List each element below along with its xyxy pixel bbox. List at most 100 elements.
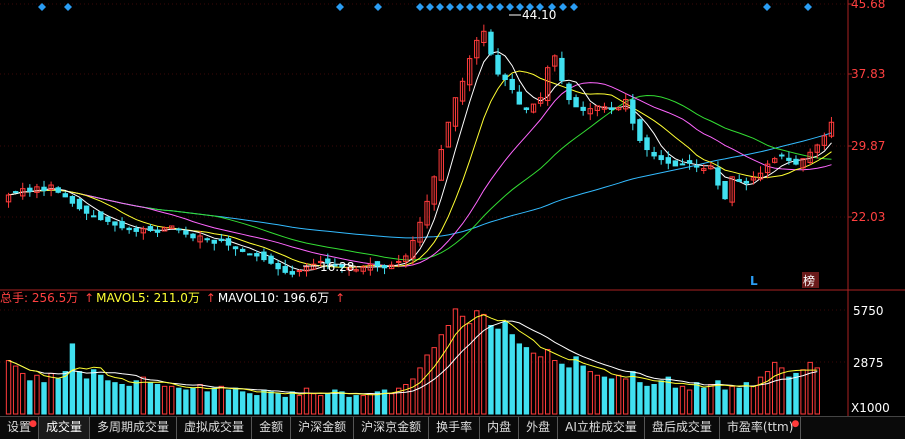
- up-arrow-icon: ↑: [205, 291, 216, 305]
- candle-body: [147, 226, 154, 232]
- tab-hushen-amount[interactable]: 沪深金额: [291, 417, 355, 439]
- candle-body: [12, 191, 19, 194]
- tab-multi-period-volume[interactable]: 多周期成交量: [90, 417, 178, 439]
- signal-diamond-icon: [436, 3, 444, 11]
- candle-body: [98, 211, 104, 221]
- volume-bar: [282, 396, 288, 415]
- candle-body: [736, 179, 742, 182]
- volume-bar: [76, 371, 83, 415]
- candle-body: [679, 163, 686, 166]
- candle-body: [154, 229, 161, 233]
- volume-bar: [651, 384, 657, 415]
- volume-bar: [764, 371, 771, 415]
- volume-bar: [772, 361, 778, 415]
- tab-ai-volume[interactable]: AI立桩成交量: [558, 417, 645, 439]
- volume-bar: [552, 360, 558, 415]
- candle-body: [289, 271, 296, 275]
- volume-bar: [289, 391, 296, 415]
- tab-turnover-rate[interactable]: 换手率: [429, 417, 481, 439]
- candle-body: [133, 227, 139, 232]
- high-annotation: 44.10: [522, 8, 556, 22]
- candle-body: [247, 253, 253, 256]
- volume-bar: [637, 382, 643, 415]
- volume-bar: [62, 371, 68, 415]
- candle-body: [261, 251, 267, 261]
- volume-bar: [296, 395, 303, 415]
- volume-bar: [169, 385, 175, 415]
- volume-bar: [232, 387, 239, 415]
- tab-amount[interactable]: 金额: [252, 417, 292, 439]
- candle-body: [651, 151, 657, 157]
- volume-bar: [488, 325, 494, 415]
- volume-bar: [495, 328, 501, 415]
- volume-bar: [658, 380, 664, 415]
- volume-bar: [154, 384, 161, 415]
- volume-bar: [757, 376, 764, 415]
- tab-inner-volume[interactable]: 内盘: [480, 417, 520, 439]
- candle-body: [793, 158, 799, 165]
- volume-bar: [793, 372, 799, 415]
- candle-body: [268, 255, 274, 264]
- candle-body: [176, 228, 182, 231]
- tab-volume[interactable]: 成交量: [39, 417, 91, 439]
- volume-bar: [623, 378, 629, 415]
- volume-bar: [445, 325, 452, 415]
- candle-body: [672, 160, 679, 167]
- tab-pe-ttm[interactable]: 市盈率(ttm) ●: [720, 417, 802, 439]
- candle-body: [76, 198, 83, 210]
- volume-bar: [566, 367, 572, 415]
- volume-bar: [729, 385, 735, 415]
- volume-bar: [41, 382, 47, 415]
- candle-body: [396, 260, 402, 263]
- volume-bar: [339, 391, 345, 415]
- volume-bar: [112, 382, 118, 415]
- volume-bar: [679, 385, 686, 415]
- mavol5-label: MAVOL5:: [96, 291, 150, 305]
- candle-body: [665, 157, 671, 164]
- tab-after-hours-volume[interactable]: 盘后成交量: [645, 417, 720, 439]
- tab-hushenjing-amount[interactable]: 沪深京金额: [354, 417, 430, 439]
- candle-body: [630, 99, 636, 124]
- volume-bar: [410, 378, 416, 415]
- candle-body: [69, 196, 76, 204]
- volume-bar: [105, 380, 111, 415]
- volume-bar: [275, 393, 281, 415]
- up-arrow-icon: ↑: [335, 291, 346, 305]
- candle-body: [658, 155, 664, 161]
- candle-body: [27, 187, 33, 192]
- candle-body: [580, 106, 586, 111]
- volume-bar: [630, 371, 636, 415]
- volume-bar: [247, 393, 253, 415]
- tab-outer-volume[interactable]: 外盘: [519, 417, 559, 439]
- price-axis: 45.68 37.83 29.87 22.03 5750 2875 X1000: [851, 0, 890, 415]
- volume-bar: [83, 378, 90, 415]
- candle-body: [62, 193, 68, 198]
- volume-legend: 总手: 256.5万 ↑ MAVOL5: 211.0万 ↑ MAVOL10: 196…: [0, 290, 347, 306]
- candle-body: [119, 221, 125, 229]
- volume-bar: [644, 385, 650, 415]
- volume-bar: [474, 310, 480, 415]
- volume-bar: [367, 393, 374, 415]
- volume-bar: [530, 352, 537, 415]
- candle-body: [693, 165, 700, 168]
- mavol5-value: 211.0万: [153, 291, 200, 305]
- volume-bar: [686, 389, 693, 415]
- candle-body: [275, 263, 281, 270]
- candle-body: [190, 233, 196, 239]
- volume-bars: [5, 308, 820, 415]
- up-arrow-icon: ↑: [84, 291, 95, 305]
- candle-body: [715, 167, 721, 186]
- volume-bar: [388, 393, 395, 415]
- candle-body: [381, 265, 388, 269]
- volume-bar: [176, 387, 182, 415]
- signal-diamond-icon: [416, 3, 424, 11]
- mavol10-line: [8, 320, 818, 395]
- volume-bar: [27, 380, 33, 415]
- tab-settings[interactable]: 设置 ●: [0, 417, 40, 439]
- volume-bar: [750, 385, 757, 415]
- volume-bar: [303, 387, 310, 415]
- candle-body: [566, 83, 572, 101]
- signal-diamond-icon: [476, 3, 484, 11]
- tab-virtual-volume[interactable]: 虚拟成交量: [177, 417, 253, 439]
- volume-bar: [225, 389, 232, 415]
